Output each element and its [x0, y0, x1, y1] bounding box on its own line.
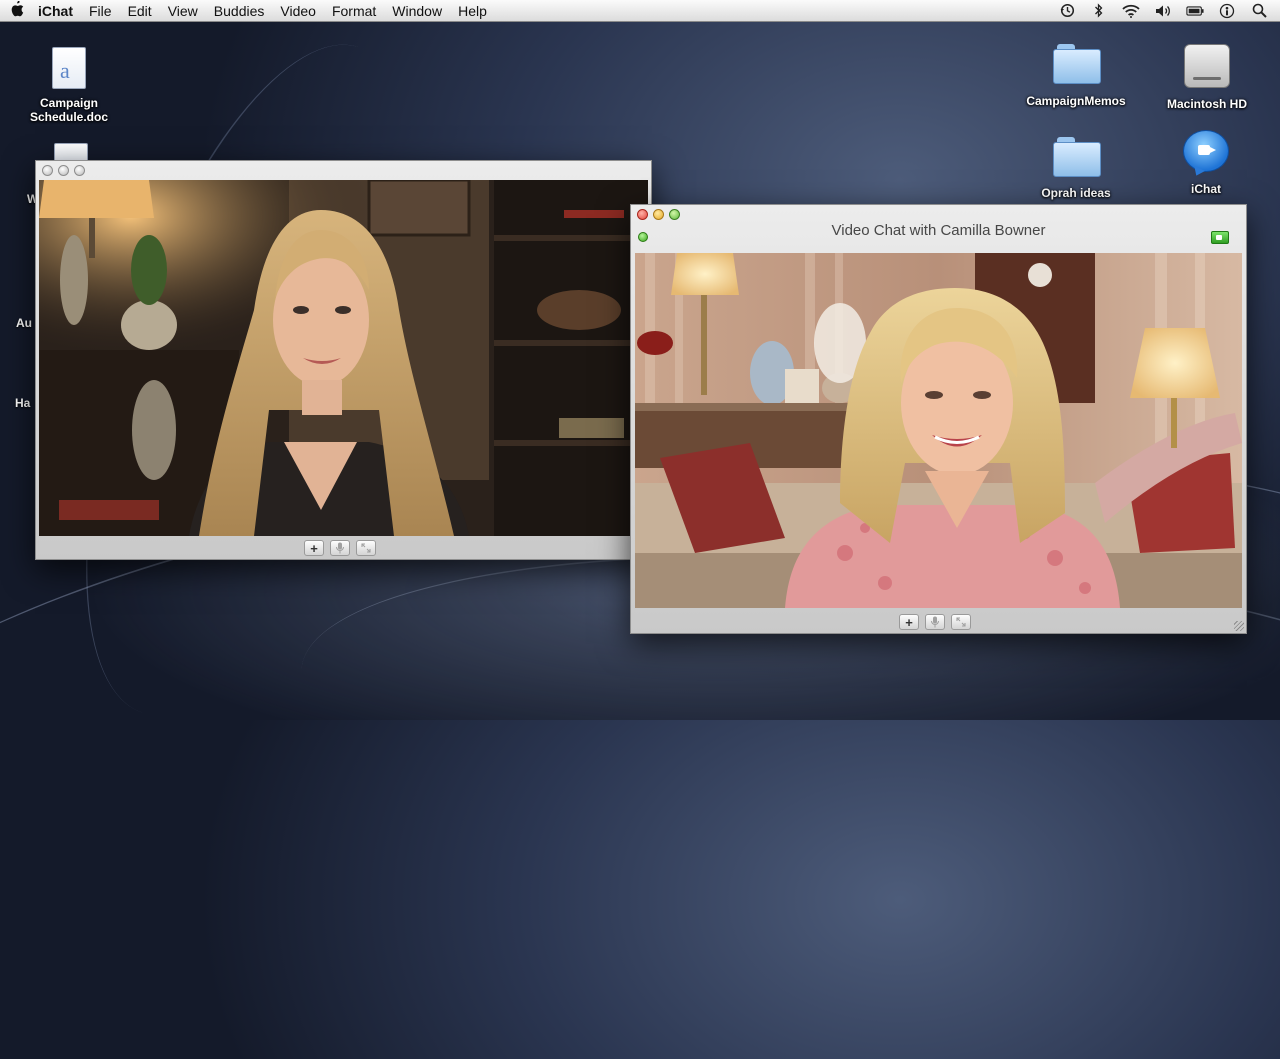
video-window-back[interactable]: + — [35, 160, 652, 560]
zoom-button[interactable] — [669, 209, 680, 220]
desktop-icon-ichat[interactable]: iChat — [1146, 130, 1266, 196]
folder-icon — [1053, 44, 1101, 84]
menu-buddies[interactable]: Buddies — [208, 3, 275, 19]
resize-handle[interactable] — [1234, 621, 1244, 631]
video-controls: + — [304, 540, 376, 556]
folder-icon — [1053, 137, 1101, 177]
video-camera-icon[interactable] — [1211, 231, 1229, 244]
add-participant-button[interactable]: + — [899, 614, 919, 630]
desktop-icon-label: Schedule.doc — [29, 110, 109, 124]
desktop-icon-label: Campaign — [39, 96, 98, 110]
window-title: Video Chat with Camilla Bowner — [831, 222, 1046, 239]
menu-file[interactable]: File — [83, 3, 122, 19]
menu-app-name[interactable]: iChat — [34, 3, 83, 19]
hard-drive-icon — [1184, 44, 1230, 88]
desktop-icon-label: Oprah ideas — [1041, 186, 1111, 200]
menu-format[interactable]: Format — [326, 3, 386, 19]
menu-view[interactable]: View — [162, 3, 208, 19]
menu-bar: iChat File Edit View Buddies Video Forma… — [0, 0, 1280, 22]
minimize-button[interactable] — [58, 165, 69, 176]
mute-mic-button[interactable] — [925, 614, 945, 630]
desktop-icon-label: Macintosh HD — [1166, 97, 1247, 111]
clipped-desktop-label: Au — [16, 316, 32, 330]
menu-extras — [1058, 3, 1280, 19]
desktop-icon-label: CampaignMemos — [1026, 94, 1126, 108]
fullscreen-button[interactable] — [356, 540, 376, 556]
bluetooth-icon[interactable] — [1090, 3, 1108, 19]
time-machine-icon[interactable] — [1058, 3, 1076, 19]
spotlight-search-icon[interactable] — [1250, 3, 1268, 19]
document-icon: a — [52, 47, 86, 89]
zoom-button[interactable] — [74, 165, 85, 176]
menu-video[interactable]: Video — [274, 3, 326, 19]
video-chat-window[interactable]: Video Chat with Camilla Bowner + — [630, 204, 1247, 634]
window-controls — [42, 165, 85, 176]
video-feed-left — [39, 180, 648, 536]
desktop-icon-label: iChat — [1191, 182, 1221, 196]
add-participant-button[interactable]: + — [304, 540, 324, 556]
clipped-desktop-label: Ha — [15, 396, 31, 410]
window-controls — [637, 209, 680, 220]
desktop-icon-oprah-ideas[interactable]: Oprah ideas — [1016, 137, 1136, 200]
battery-icon[interactable] — [1186, 3, 1204, 19]
fullscreen-button[interactable] — [951, 614, 971, 630]
desktop-icon-campaign-schedule[interactable]: a Campaign Schedule.doc — [9, 47, 129, 124]
mute-mic-button[interactable] — [330, 540, 350, 556]
menu-edit[interactable]: Edit — [122, 3, 162, 19]
ichat-icon — [1183, 130, 1229, 179]
wifi-icon[interactable] — [1122, 3, 1140, 19]
desktop-icon-macintosh-hd[interactable]: Macintosh HD — [1147, 44, 1267, 111]
menu-window[interactable]: Window — [386, 3, 452, 19]
menu-help[interactable]: Help — [452, 3, 497, 19]
apple-menu-icon[interactable] — [0, 0, 34, 21]
desktop-icon-campaign-memos[interactable]: CampaignMemos — [1016, 44, 1136, 108]
minimize-button[interactable] — [653, 209, 664, 220]
close-button[interactable] — [42, 165, 53, 176]
user-account-icon[interactable] — [1218, 3, 1236, 19]
video-controls: + — [899, 614, 971, 630]
close-button[interactable] — [637, 209, 648, 220]
video-feed-right — [635, 253, 1242, 608]
volume-icon[interactable] — [1154, 3, 1172, 19]
